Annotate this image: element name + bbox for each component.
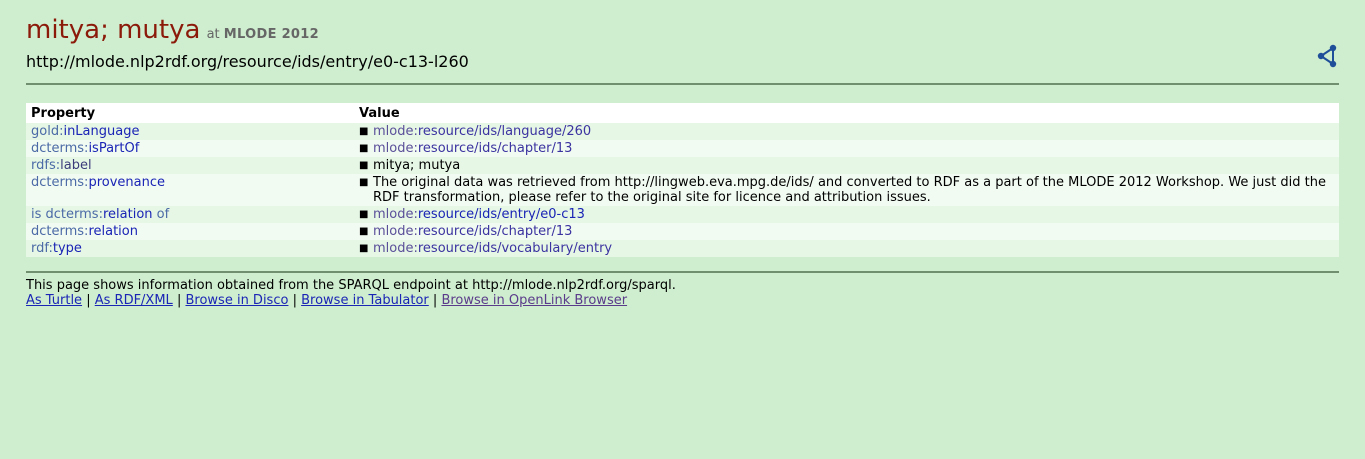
property-name[interactable]: inLanguage [63, 124, 139, 139]
resource-uri: http://mlode.nlp2rdf.org/resource/ids/en… [26, 52, 469, 71]
property-name[interactable]: relation [103, 207, 153, 222]
link-separator: | [432, 293, 438, 308]
value-text: mitya; mutya [373, 158, 461, 173]
property-cell[interactable]: dcterms:relation [26, 223, 354, 240]
browse-tabulator-link[interactable]: Browse in Tabulator [301, 293, 429, 308]
site-name: MLODE 2012 [223, 27, 319, 42]
property-name[interactable]: provenance [88, 175, 165, 190]
bullet-icon: ■ [359, 243, 369, 254]
property-namespace[interactable]: rdfs: [31, 158, 60, 173]
footer-divider [26, 271, 1339, 273]
bullet-icon: ■ [359, 177, 369, 188]
footer-links: As Turtle | As RDF/XML | Browse in Disco… [26, 293, 1339, 308]
inverse-prefix: is [31, 207, 42, 222]
table-row: dcterms:relation ■ mlode:resource/ids/cha… [26, 223, 1339, 240]
value-local[interactable]: resource/ids/entry/e0-c13 [418, 207, 585, 222]
property-name[interactable]: isPartOf [88, 141, 139, 156]
value-namespace[interactable]: mlode: [373, 241, 418, 256]
header: mitya; mutya at MLODE 2012 http://mlode.… [26, 0, 1339, 85]
value-cell: ■ mlode:resource/ids/chapter/13 [354, 140, 1339, 157]
property-namespace[interactable]: dcterms: [31, 175, 88, 190]
table-row: rdf:type ■ mlode:resource/ids/vocabulary/… [26, 240, 1339, 257]
property-name[interactable]: type [53, 241, 82, 256]
value-link[interactable]: mlode:resource/ids/chapter/13 [373, 141, 572, 156]
inverse-suffix: of [156, 207, 170, 222]
bullet-icon: ■ [359, 143, 369, 154]
column-header-value: Value [354, 103, 1339, 123]
value-local[interactable]: resource/ids/chapter/13 [418, 141, 573, 156]
link-separator: | [86, 293, 91, 308]
table-row: rdfs:label ■ mitya; mutya [26, 157, 1339, 174]
footer: This page shows information obtained fro… [26, 278, 1339, 308]
page-title: mitya; mutya [26, 15, 201, 45]
table-row: gold:inLanguage ■ mlode:resource/ids/lang… [26, 123, 1339, 140]
value-cell: ■ mitya; mutya [354, 157, 1339, 174]
column-header-property: Property [26, 103, 354, 123]
footer-info: This page shows information obtained fro… [26, 278, 676, 293]
property-cell[interactable]: gold:inLanguage [26, 123, 354, 140]
property-cell[interactable]: is dcterms:relation of [26, 206, 354, 223]
table-row: is dcterms:relation of ■ mlode:resource/i… [26, 206, 1339, 223]
bullet-icon: ■ [359, 209, 369, 220]
value-namespace[interactable]: mlode: [373, 124, 418, 139]
value-link[interactable]: mlode:resource/ids/vocabulary/entry [373, 241, 612, 256]
property-namespace[interactable]: dcterms: [46, 207, 103, 222]
table-header-row: Property Value [26, 103, 1339, 123]
property-namespace[interactable]: rdf: [31, 241, 53, 256]
property-namespace[interactable]: dcterms: [31, 224, 88, 239]
value-text: The original data was retrieved from htt… [373, 175, 1326, 205]
property-name[interactable]: label [60, 158, 91, 173]
property-cell[interactable]: rdf:type [26, 240, 354, 257]
value-namespace[interactable]: mlode: [373, 207, 418, 222]
value-cell: ■ mlode:resource/ids/chapter/13 [354, 223, 1339, 240]
at-label: at [206, 27, 220, 42]
value-local[interactable]: resource/ids/vocabulary/entry [418, 241, 612, 256]
property-cell[interactable]: dcterms:isPartOf [26, 140, 354, 157]
bullet-icon: ■ [359, 126, 369, 137]
value-link[interactable]: mlode:resource/ids/entry/e0-c13 [373, 207, 585, 222]
value-link[interactable]: mlode:resource/ids/chapter/13 [373, 224, 572, 239]
value-link[interactable]: mlode:resource/ids/language/260 [373, 124, 591, 139]
value-cell: ■ The original data was retrieved from ht… [354, 174, 1339, 206]
value-cell: ■ mlode:resource/ids/entry/e0-c13 [354, 206, 1339, 223]
value-namespace[interactable]: mlode: [373, 141, 418, 156]
property-namespace[interactable]: gold: [31, 124, 63, 139]
bullet-icon: ■ [359, 160, 369, 171]
link-separator: | [292, 293, 297, 308]
value-local[interactable]: resource/ids/chapter/13 [418, 224, 573, 239]
value-namespace[interactable]: mlode: [373, 224, 418, 239]
value-cell: ■ mlode:resource/ids/language/260 [354, 123, 1339, 140]
value-local[interactable]: resource/ids/language/260 [418, 124, 591, 139]
as-rdfxml-link[interactable]: As RDF/XML [95, 293, 173, 308]
table-row: dcterms:isPartOf ■ mlode:resource/ids/cha… [26, 140, 1339, 157]
value-cell: ■ mlode:resource/ids/vocabulary/entry [354, 240, 1339, 257]
share-icon[interactable] [1315, 44, 1339, 68]
header-divider [26, 83, 1339, 85]
property-name[interactable]: relation [88, 224, 138, 239]
property-namespace[interactable]: dcterms: [31, 141, 88, 156]
as-turtle-link[interactable]: As Turtle [26, 293, 82, 308]
browse-openlink-link[interactable]: Browse in OpenLink Browser [441, 293, 627, 308]
bullet-icon: ■ [359, 226, 369, 237]
property-cell[interactable]: rdfs:label [26, 157, 354, 174]
table-row: dcterms:provenance ■ The original data wa… [26, 174, 1339, 206]
browse-disco-link[interactable]: Browse in Disco [185, 293, 288, 308]
property-table: Property Value gold:inLanguage ■ mlode:re… [26, 103, 1339, 257]
page: mitya; mutya at MLODE 2012 http://mlode.… [0, 0, 1365, 308]
title-line: mitya; mutya at MLODE 2012 [26, 14, 1339, 51]
link-separator: | [176, 293, 182, 308]
property-cell[interactable]: dcterms:provenance [26, 174, 354, 206]
